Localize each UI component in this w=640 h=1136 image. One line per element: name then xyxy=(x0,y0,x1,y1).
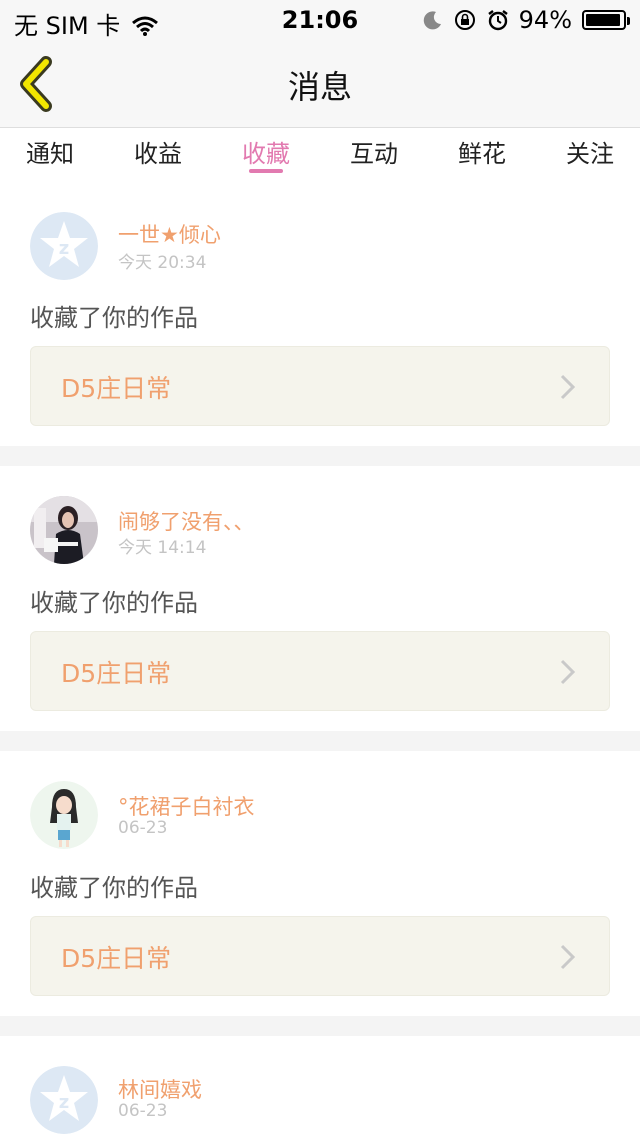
tab-notifications[interactable]: 通知 xyxy=(5,134,95,169)
battery-fill xyxy=(586,14,620,26)
chevron-right-icon xyxy=(560,944,576,970)
list-item: °花裙子白衬衣 06-23 收藏了你的作品 D5庄日常 xyxy=(0,751,640,1016)
svg-text:z: z xyxy=(59,238,69,259)
timestamp: 今天 20:34 xyxy=(118,253,207,273)
svg-text:z: z xyxy=(59,1092,69,1113)
page-title: 消息 xyxy=(287,68,352,106)
action-text: 收藏了你的作品 xyxy=(30,874,198,902)
rotation-lock-icon xyxy=(454,10,475,30)
navigation-bar: 消息 xyxy=(0,40,640,128)
timestamp: 今天 14:14 xyxy=(118,538,207,558)
username[interactable]: 一世★倾心 xyxy=(118,219,221,249)
battery-percent: 94% xyxy=(518,6,572,34)
chevron-right-icon xyxy=(560,659,576,685)
username[interactable]: 闹够了没有、、 xyxy=(118,506,255,536)
username[interactable]: °花裙子白衬衣 xyxy=(118,791,255,821)
divider xyxy=(0,1016,640,1036)
status-icons: 94% xyxy=(423,6,630,34)
active-tab-indicator xyxy=(249,169,283,173)
work-card[interactable]: D5庄日常 xyxy=(30,916,610,996)
work-title: D5庄日常 xyxy=(61,944,172,973)
list-item: z 林间嬉戏 06-23 xyxy=(0,1036,640,1136)
photo-avatar[interactable] xyxy=(30,496,98,564)
list-item: 闹够了没有、、 今天 14:14 收藏了你的作品 D5庄日常 xyxy=(0,466,640,731)
timestamp: 06-23 xyxy=(118,818,168,838)
status-bar: 无 SIM 卡 21:06 94% xyxy=(0,0,640,40)
list-item: z 一世★倾心 今天 20:34 收藏了你的作品 D5庄日常 xyxy=(0,178,640,446)
action-text: 收藏了你的作品 xyxy=(30,589,198,617)
divider xyxy=(0,446,640,466)
tab-following[interactable]: 关注 xyxy=(545,134,635,169)
tab-flowers[interactable]: 鲜花 xyxy=(437,134,527,169)
work-title: D5庄日常 xyxy=(61,374,172,403)
work-card[interactable]: D5庄日常 xyxy=(30,346,610,426)
tab-earnings[interactable]: 收益 xyxy=(113,134,203,169)
tab-bar: 通知 收益 收藏 互动 鲜花 关注 xyxy=(0,128,640,178)
divider xyxy=(0,731,640,751)
tab-favorites[interactable]: 收藏 xyxy=(221,134,311,169)
timestamp: 06-23 xyxy=(118,1101,168,1121)
default-avatar-icon[interactable]: z xyxy=(30,212,98,280)
moon-icon xyxy=(423,11,441,30)
default-avatar-icon[interactable]: z xyxy=(30,1066,98,1134)
battery-icon xyxy=(582,10,630,30)
action-text: 收藏了你的作品 xyxy=(30,304,198,332)
chevron-right-icon xyxy=(560,374,576,400)
tab-interactions[interactable]: 互动 xyxy=(329,134,419,169)
alarm-icon xyxy=(487,10,508,31)
work-title: D5庄日常 xyxy=(61,659,172,688)
username[interactable]: 林间嬉戏 xyxy=(118,1074,202,1104)
work-card[interactable]: D5庄日常 xyxy=(30,631,610,711)
cartoon-girl-avatar[interactable] xyxy=(30,781,98,849)
